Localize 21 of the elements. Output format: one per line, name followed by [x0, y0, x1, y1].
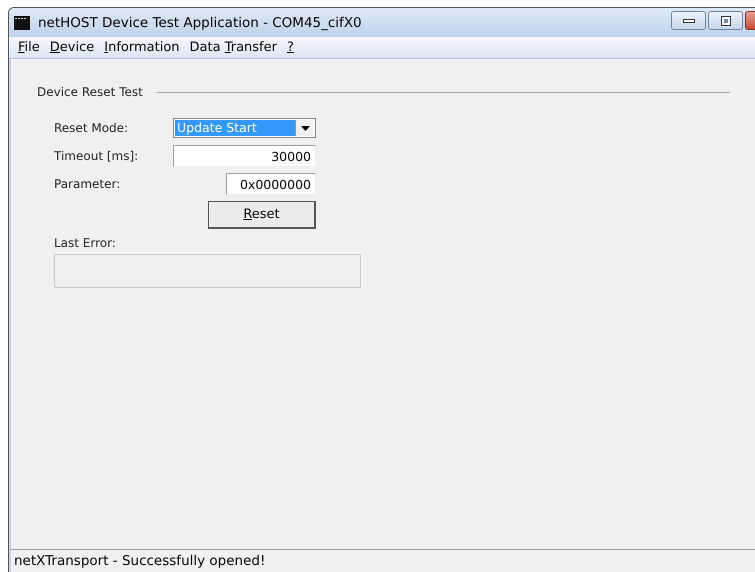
- menu-item[interactable]: Data Transfer: [184, 40, 282, 55]
- maximize-button[interactable]: [708, 11, 743, 30]
- menu-item[interactable]: ?: [282, 40, 299, 55]
- field-label: Parameter:: [54, 177, 120, 191]
- window-title: netHOST Device Test Application - COM45_cifX0: [38, 14, 362, 30]
- app-icon: [14, 14, 30, 30]
- field-label: Reset Mode:: [54, 121, 128, 135]
- minimize-button[interactable]: [671, 11, 706, 30]
- menu-item[interactable]: File: [13, 40, 45, 55]
- menu-item[interactable]: Device: [44, 40, 100, 55]
- menu-item[interactable]: Information: [99, 40, 185, 55]
- group-title: Device Reset Test: [37, 85, 143, 99]
- status-bar: netXTransport - Successfully opened!: [11, 549, 755, 572]
- reset-button[interactable]: Reset: [208, 201, 316, 229]
- field-label: Last Error:: [54, 236, 117, 250]
- field-label: Timeout [ms]:: [54, 149, 138, 163]
- maximize-icon: [720, 16, 730, 26]
- timeout-field[interactable]: 30000: [173, 145, 316, 167]
- dropdown-arrow-icon: [300, 126, 310, 130]
- parameter-field[interactable]: 0x0000000: [226, 173, 316, 195]
- minimize-icon: [682, 18, 694, 24]
